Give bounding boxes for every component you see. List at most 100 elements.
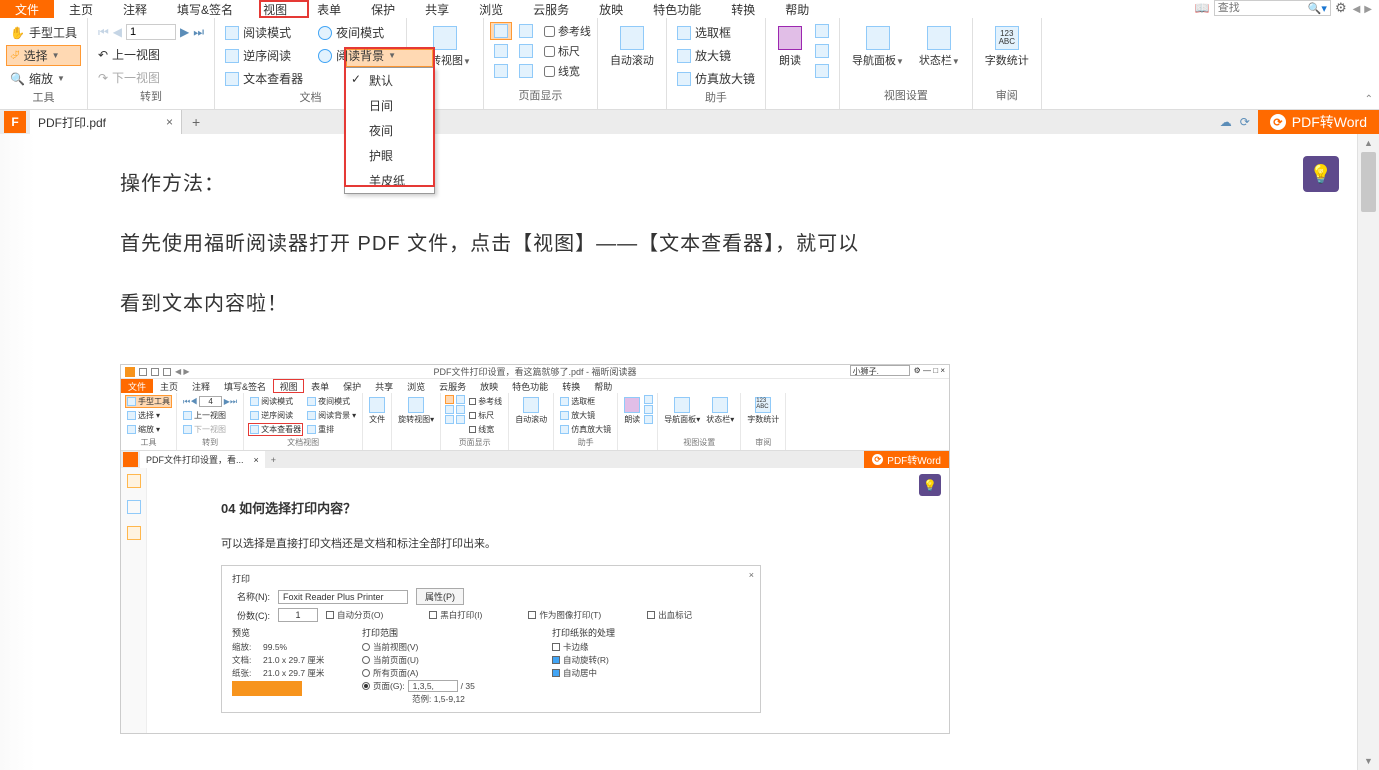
prev-view[interactable]: ↶上一视图: [94, 44, 208, 65]
scroll-down[interactable]: ▼: [1358, 752, 1379, 770]
read-mode-icon: [225, 26, 239, 40]
menu-view[interactable]: 视图: [248, 0, 302, 18]
se-search: 小狮子.: [850, 365, 910, 376]
menu-cloud[interactable]: 云服务: [518, 0, 584, 18]
magnifier[interactable]: 放大镜: [673, 45, 759, 66]
select-tool[interactable]: ⮰选择▼: [6, 45, 81, 66]
ribbon-collapse[interactable]: ⌃: [1365, 94, 1373, 105]
menu-fillsign[interactable]: 填写&签名: [162, 0, 248, 18]
read-mode[interactable]: 阅读模式: [221, 22, 307, 43]
layout-2[interactable]: [515, 22, 537, 40]
bg-parchment[interactable]: 羊皮纸: [345, 168, 434, 193]
read-opt3[interactable]: [811, 62, 833, 80]
word-count[interactable]: 123ABC 字数统计: [979, 22, 1035, 87]
linewidth-check[interactable]: 线宽: [544, 62, 591, 80]
autoscroll-icon: [620, 26, 644, 50]
scroll-thumb[interactable]: [1361, 152, 1376, 212]
read-bg[interactable]: 阅读背景▼: [314, 45, 400, 66]
bg-default[interactable]: 默认: [345, 68, 434, 93]
layout-4[interactable]: [515, 62, 537, 80]
bg-day[interactable]: 日间: [345, 93, 434, 118]
layout-cont[interactable]: [490, 42, 512, 60]
para: 看到文本内容啦！: [120, 274, 1317, 334]
night-icon: [318, 26, 332, 40]
autoscroll[interactable]: 自动滚动: [604, 22, 660, 91]
text-viewer[interactable]: 文本查看器: [221, 68, 307, 89]
settings-icon[interactable]: ⚙: [1335, 0, 1347, 16]
group-title: 助手: [673, 89, 759, 107]
layout-single[interactable]: [490, 22, 512, 40]
para: 首先使用福昕阅读器打开 PDF 文件，点击【视图】——【文本查看器】，就可以: [120, 214, 1317, 274]
search-box: 🔍▾: [1214, 0, 1331, 16]
bulb-icon[interactable]: 💡: [1303, 156, 1339, 192]
doc-tab[interactable]: PDF打印.pdf ×: [30, 110, 182, 134]
prev-page[interactable]: ◀: [113, 25, 122, 39]
menu-browse[interactable]: 浏览: [464, 0, 518, 18]
night-mode[interactable]: 夜间模式: [314, 22, 400, 43]
menu-file[interactable]: 文件: [0, 0, 54, 18]
text-viewer-icon: [225, 72, 239, 86]
layout-facing[interactable]: [490, 62, 512, 80]
group-review: 123ABC 字数统计 审阅: [973, 18, 1042, 109]
read-bg-dropdown: 默认 日间 夜间 护眼 羊皮纸: [344, 67, 435, 194]
se-print-dialog: × 打印 名称(N): Foxit Reader Plus Printer 属性…: [221, 565, 761, 713]
layout-3[interactable]: [515, 42, 537, 60]
search-icon[interactable]: 🔍▾: [1305, 2, 1330, 15]
nav-panel-icon: [866, 26, 890, 50]
ruler-check[interactable]: 标尺: [544, 42, 591, 60]
layout-icon: [494, 64, 508, 78]
layout-icon: [494, 24, 508, 38]
menu-form[interactable]: 表单: [302, 0, 356, 18]
guide-check[interactable]: 参考线: [544, 22, 591, 40]
app-icon[interactable]: F: [4, 111, 26, 133]
read-aloud[interactable]: 朗读: [772, 22, 808, 91]
fake-magnifier[interactable]: 仿真放大镜: [673, 68, 759, 89]
cloud-icon[interactable]: ☁: [1220, 115, 1232, 129]
layout-icon: [519, 24, 533, 38]
menu-slideshow[interactable]: 放映: [584, 0, 638, 18]
last-page[interactable]: ⏭: [193, 25, 204, 40]
marquee[interactable]: 选取框: [673, 22, 759, 43]
next-view[interactable]: ↷下一视图: [94, 67, 208, 88]
marquee-icon: [677, 26, 691, 40]
menu-feature[interactable]: 特色功能: [638, 0, 716, 18]
search-input[interactable]: [1215, 2, 1305, 14]
vertical-scrollbar[interactable]: ▲ ▼: [1357, 134, 1379, 770]
hand-tool[interactable]: ✋手型工具: [6, 22, 81, 43]
bg-night[interactable]: 夜间: [345, 118, 434, 143]
menu-comment[interactable]: 注释: [108, 0, 162, 18]
new-tab[interactable]: +: [182, 114, 210, 130]
first-page[interactable]: ⏮: [98, 25, 109, 40]
nav-arrows: ◀▶: [1351, 1, 1374, 15]
status-bar[interactable]: 状态栏▼: [913, 22, 966, 87]
book-icon[interactable]: 📖: [1195, 1, 1210, 15]
tab-bar: F PDF打印.pdf × + ☁ ⟳ ⟳ PDF转Word: [0, 110, 1379, 134]
reverse-read[interactable]: 逆序阅读: [221, 45, 307, 66]
next-page[interactable]: ▶: [180, 25, 189, 39]
bg-eye[interactable]: 护眼: [345, 143, 434, 168]
select-icon: ⮰: [10, 48, 20, 63]
se-content: 💡 04 如何选择打印内容？ 可以选择是直接打印文档还是文档和标注全部打印出来。…: [121, 468, 949, 733]
sync-icon[interactable]: ⟳: [1240, 115, 1250, 129]
fake-mag-icon: [677, 72, 691, 86]
tab-close[interactable]: ×: [166, 115, 173, 129]
menu-share[interactable]: 共享: [410, 0, 464, 18]
nav-panel[interactable]: 导航面板▼: [846, 22, 910, 87]
page-input[interactable]: [126, 24, 176, 40]
menu-protect[interactable]: 保护: [356, 0, 410, 18]
pdf-to-word[interactable]: ⟳ PDF转Word: [1258, 110, 1379, 134]
menu-convert[interactable]: 转换: [716, 0, 770, 18]
scroll-up[interactable]: ▲: [1358, 134, 1379, 152]
hand-icon: ✋: [10, 26, 25, 40]
read-opt1[interactable]: [811, 22, 833, 40]
read-opt2[interactable]: [811, 42, 833, 60]
zoom-tool[interactable]: 🔍缩放▼: [6, 68, 81, 89]
se-para: 可以选择是直接打印文档还是文档和标注全部打印出来。: [221, 535, 919, 551]
menu-help[interactable]: 帮助: [770, 0, 824, 18]
reverse-icon: [225, 49, 239, 63]
ribbon: ✋手型工具 ⮰选择▼ 🔍缩放▼ 工具 ⏮ ◀ ▶ ⏭ ↶上一视图 ↷下一视图 转…: [0, 18, 1379, 110]
layout-icon: [494, 44, 508, 58]
convert-icon: ⟳: [1270, 114, 1286, 130]
menubar: 文件 主页 注释 填写&签名 视图 表单 保护 共享 浏览 云服务 放映 特色功…: [0, 0, 1379, 18]
menu-home[interactable]: 主页: [54, 0, 108, 18]
